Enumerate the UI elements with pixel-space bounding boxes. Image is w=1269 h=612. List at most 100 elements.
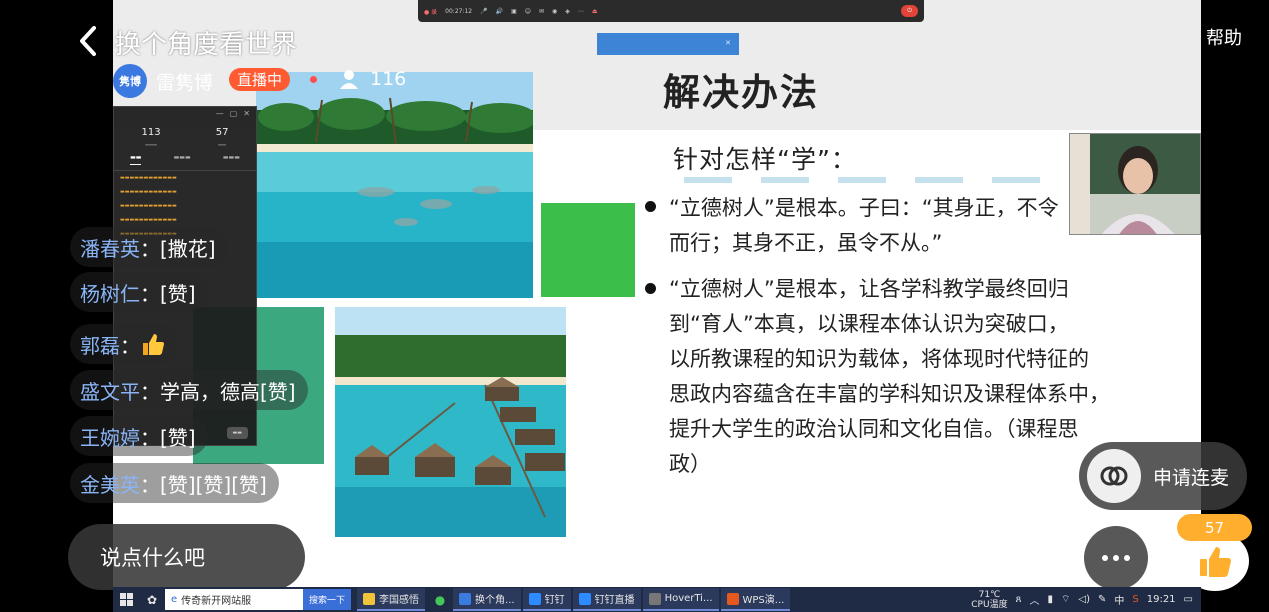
taskbar-search-text: 传奇新开网站服 bbox=[181, 596, 252, 607]
audio-settings-button[interactable]: 🔊 bbox=[496, 8, 503, 15]
request-connect-button[interactable]: 申请连麦 bbox=[1079, 442, 1247, 510]
app-icon bbox=[648, 592, 661, 605]
panel-stats: 113 ▁▁▁ 57 ▁▁ bbox=[114, 121, 256, 146]
close-icon[interactable]: ✕ bbox=[243, 109, 250, 119]
network-icon[interactable]: ⌔ bbox=[1061, 593, 1070, 606]
clock[interactable]: 19:21 bbox=[1147, 594, 1176, 605]
taskbar-app-slides[interactable]: 换个角... bbox=[453, 588, 521, 611]
close-icon[interactable]: ✕ bbox=[725, 39, 731, 47]
meeting-timer: 00:27:12 bbox=[445, 7, 473, 15]
record-button[interactable]: ◉ bbox=[552, 8, 557, 15]
camera-button[interactable]: ▣ bbox=[511, 8, 517, 15]
send-button[interactable]: ▬▬ bbox=[226, 427, 248, 439]
chat-message: ▬▬▬▬▬▬▬▬▬▬▬▬ bbox=[120, 189, 177, 195]
host-name[interactable]: 雷隽博 bbox=[156, 68, 213, 95]
taskbar-app-dingtalk[interactable]: 钉钉 bbox=[522, 588, 571, 611]
tab-viewers[interactable]: ▬▬▬ bbox=[223, 154, 240, 165]
wechat-icon[interactable]: ● bbox=[427, 587, 453, 612]
chevron-up-icon[interactable]: ︿ bbox=[1029, 592, 1039, 607]
decorative-dash bbox=[761, 177, 809, 183]
chat-button[interactable]: ✉ bbox=[539, 8, 544, 15]
presenter-video[interactable] bbox=[1069, 133, 1201, 235]
taskbar-app-label: 换个角... bbox=[475, 595, 515, 606]
folder-icon bbox=[363, 592, 376, 605]
cpu-temperature-label: CPU温度 bbox=[971, 599, 1008, 610]
stat-value: 57 bbox=[215, 127, 229, 138]
comment-name: 郭磊 bbox=[80, 333, 120, 358]
more-options-button[interactable] bbox=[1084, 526, 1148, 590]
thumbs-up-icon bbox=[1200, 547, 1231, 577]
back-button[interactable] bbox=[72, 22, 108, 60]
antivirus-icon[interactable]: S bbox=[1132, 594, 1138, 605]
overwater-huts-photo bbox=[335, 307, 566, 537]
members-button[interactable]: ☺ bbox=[525, 8, 531, 15]
thumbs-up-emoji-icon bbox=[140, 331, 166, 357]
windows-taskbar: ✿ e 传奇新开网站服 搜索一下 李国感悟 ● 换个角... 钉钉 钉钉直播 H… bbox=[113, 587, 1201, 612]
stat-total-viewers: 113 ▁▁▁ bbox=[142, 127, 161, 146]
taskbar-search-button[interactable]: 搜索一下 bbox=[303, 589, 352, 610]
comment-name: 杨树仁 bbox=[80, 281, 140, 306]
live-stream-viewer: ● 录 00:27:12 🎤 🔊 ▣ ☺ ✉ ◉ ◈ ⋯ ⏏ ⏻ ✕ 解决办法 … bbox=[0, 0, 1269, 612]
taskbar-app-label: 钉钉直播 bbox=[594, 595, 635, 606]
ime-indicator[interactable]: 中 bbox=[1114, 592, 1124, 607]
usb-icon[interactable]: ▮ bbox=[1047, 594, 1053, 605]
end-meeting-button[interactable]: ⏻ bbox=[901, 5, 918, 17]
taskbar-app-label: 李国感悟 bbox=[379, 595, 420, 606]
interaction-button[interactable]: ◈ bbox=[565, 8, 570, 15]
bullet-2-line-2: 到“育人”本真，以课程本体认识为突破口， bbox=[669, 312, 1069, 336]
link-icon bbox=[1087, 449, 1141, 503]
restore-icon[interactable]: ▢ bbox=[230, 109, 238, 119]
bullet-2-line-3: 以所教课程的知识为载体，将体现时代特征的 bbox=[669, 347, 1089, 371]
comment-item: 杨树仁： [赞] bbox=[70, 272, 208, 312]
avatar[interactable]: 隽博 bbox=[113, 64, 147, 98]
comment-item: 盛文平：学高，德高[赞] bbox=[70, 370, 308, 410]
bullet-1-line-1: “立德树人”是根本。子曰：“其身正，不令 bbox=[669, 196, 1059, 220]
taskbar-search-input[interactable]: e 传奇新开网站服 bbox=[165, 589, 303, 610]
decorative-dash bbox=[838, 177, 886, 183]
comment-input[interactable]: 说点什么吧 bbox=[68, 524, 305, 590]
bullet-2-line-6: 政） bbox=[669, 452, 711, 476]
comment-content: [赞] bbox=[160, 425, 196, 450]
comment-item: 郭磊： bbox=[70, 324, 178, 364]
stop-share-button[interactable]: ⏏ bbox=[592, 8, 598, 15]
taskbar-app-notes[interactable]: 李国感悟 bbox=[357, 588, 426, 611]
stat-label: ▁▁ bbox=[218, 140, 226, 146]
bullet-dot bbox=[645, 283, 656, 294]
volume-icon[interactable]: ◁) bbox=[1078, 594, 1090, 605]
tab-messages[interactable]: ▬▬ bbox=[130, 154, 142, 165]
help-button[interactable]: 帮助 bbox=[1206, 24, 1242, 50]
taskbar-app-hovertime[interactable]: HoverTi... bbox=[642, 588, 719, 611]
more-dot-icon bbox=[1113, 555, 1119, 561]
bullet-1-line-2: 而行；其身不正，虽令不从。” bbox=[669, 231, 943, 255]
comment-name: 盛文平 bbox=[80, 379, 140, 404]
settings-icon[interactable]: ✿ bbox=[139, 587, 165, 612]
tab-connect[interactable]: ▬▬▬ bbox=[174, 154, 191, 165]
dingtalk-icon bbox=[578, 592, 591, 605]
comment-item: 王婉婷： [赞] bbox=[70, 416, 208, 456]
recording-icon[interactable]: ● 录 bbox=[424, 7, 437, 16]
windows-start-icon[interactable] bbox=[113, 587, 139, 612]
bullet-2-line-1: “立德树人”是根本，让各学科教学最终回归 bbox=[669, 277, 1069, 301]
decorative-dash bbox=[992, 177, 1040, 183]
taskbar-app-dingtalk-live[interactable]: 钉钉直播 bbox=[572, 588, 641, 611]
minimize-icon[interactable]: — bbox=[216, 109, 224, 119]
share-notice: ✕ bbox=[597, 33, 739, 55]
document-icon bbox=[459, 592, 472, 605]
notification-icon[interactable]: ▭ bbox=[1184, 594, 1193, 605]
slide-title: 解决办法 bbox=[663, 71, 819, 114]
comment-content: 学高，德高[赞] bbox=[160, 379, 296, 404]
bullet-dot bbox=[645, 201, 656, 212]
chat-message: ▬▬▬▬▬▬▬▬▬▬▬▬ bbox=[120, 203, 177, 209]
taskbar-app-wps[interactable]: WPS演... bbox=[720, 588, 791, 611]
cpu-temperature: 71℃ CPU温度 bbox=[971, 590, 1007, 610]
comment-content: [赞] bbox=[160, 281, 196, 306]
decorative-green-block bbox=[541, 203, 635, 297]
comment-name: 金美英 bbox=[80, 472, 140, 497]
people-icon[interactable]: ጸ bbox=[1016, 594, 1022, 605]
mute-button[interactable]: 🎤 bbox=[480, 8, 487, 15]
pen-icon[interactable]: ✎ bbox=[1098, 594, 1106, 605]
request-connect-label: 申请连麦 bbox=[1153, 466, 1230, 489]
comment-name: 王婉婷 bbox=[80, 425, 140, 450]
user-icon bbox=[338, 68, 360, 90]
more-toolbar-button[interactable]: ⋯ bbox=[578, 8, 584, 15]
